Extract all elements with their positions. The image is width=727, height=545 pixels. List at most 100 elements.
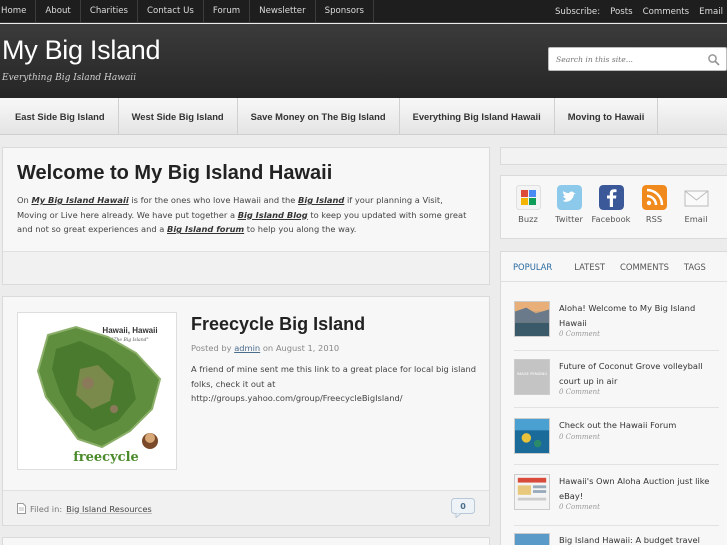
my-big-island-hawaii-link[interactable]: My Big Island Hawaii	[31, 195, 128, 205]
topnav-forum[interactable]: Forum	[204, 0, 251, 23]
welcome-text-part: is for the ones who love Hawaii and the	[128, 195, 299, 205]
big-island-link[interactable]: Big Island	[298, 195, 344, 205]
tab-latest[interactable]: LATEST	[553, 252, 605, 282]
image-pending-thumb: IMAGE PENDING	[514, 359, 550, 395]
next-post-card	[2, 537, 490, 545]
search-icon[interactable]	[707, 53, 721, 67]
tab-comments[interactable]: COMMENTS	[606, 252, 669, 282]
catnav-everything[interactable]: Everything Big Island Hawaii	[400, 98, 555, 135]
comment-count: 0	[460, 502, 466, 511]
top-nav: Home About Charities Contact Us Forum Ne…	[0, 0, 374, 23]
popular-comments: 0 Comment	[559, 433, 600, 441]
social-email[interactable]: Email	[674, 185, 718, 224]
post-thumbnail[interactable]: Hawaii, Hawaii "The Big Island" freecycl…	[17, 312, 177, 470]
site-tagline: Everything Big Island Hawaii	[2, 73, 137, 83]
site-title[interactable]: My Big Island	[2, 35, 160, 66]
search-box	[548, 47, 727, 71]
freecycle-logo: freecycle	[73, 450, 139, 465]
subscribe-comments-link[interactable]: Comments	[643, 7, 690, 17]
catnav-save-money[interactable]: Save Money on The Big Island	[238, 98, 400, 135]
social-rss-label: RSS	[645, 214, 663, 224]
subscribe-email-link[interactable]: Email	[699, 7, 723, 17]
social-rss[interactable]: RSS	[632, 185, 676, 224]
file-icon	[17, 503, 26, 514]
social-buzz[interactable]: Buzz	[506, 185, 550, 224]
subscribe-links: Subscribe: Posts Comments Email	[555, 0, 727, 23]
rss-icon	[641, 185, 667, 210]
tab-tags[interactable]: TAGS	[670, 252, 706, 282]
post-card: Hawaii, Hawaii "The Big Island" freecycl…	[2, 296, 490, 526]
site-header: My Big Island Everything Big Island Hawa…	[0, 24, 727, 98]
welcome-title: Welcome to My Big Island Hawaii	[17, 162, 333, 184]
welcome-text: On My Big Island Hawaii is for the ones …	[17, 193, 472, 237]
social-links: Buzz Twitter Facebook RSS Email	[500, 175, 727, 239]
popular-comments: 0 Comment	[559, 388, 600, 396]
popular-title: Big Island Hawaii: A budget travel	[559, 535, 700, 545]
email-icon	[684, 190, 708, 207]
filed-in-label: Filed in:	[30, 503, 63, 514]
divider	[514, 464, 719, 465]
welcome-footer	[3, 251, 489, 284]
topnav-newsletter[interactable]: Newsletter	[250, 0, 316, 23]
catnav-west-side[interactable]: West Side Big Island	[119, 98, 238, 135]
popular-thumb	[514, 474, 550, 510]
big-island-forum-link[interactable]: Big Island forum	[167, 224, 244, 234]
big-island-map-image: Hawaii, Hawaii "The Big Island" freecycl…	[18, 313, 176, 469]
image-pending-text: IMAGE PENDING	[517, 372, 548, 376]
catnav-moving[interactable]: Moving to Hawaii	[555, 98, 659, 135]
popular-thumb	[514, 301, 550, 337]
top-bar: Home About Charities Contact Us Forum Ne…	[0, 0, 727, 23]
divider	[514, 525, 719, 526]
social-facebook-label: Facebook	[591, 214, 631, 224]
buzz-icon	[515, 185, 541, 210]
category-nav: East Side Big Island West Side Big Islan…	[0, 98, 727, 135]
subscribe-label: Subscribe:	[554, 6, 601, 17]
topnav-home[interactable]: Home	[0, 0, 37, 23]
catnav-east-side[interactable]: East Side Big Island	[0, 98, 119, 135]
welcome-text-part: On	[17, 195, 32, 205]
on-label: on	[262, 343, 274, 353]
posted-by-label: Posted by	[191, 343, 232, 353]
comment-bubble-icon: 0	[451, 498, 475, 519]
popular-title: Hawaii's Own Aloha Auction just like eBa…	[559, 476, 710, 501]
post-footer: Filed in: Big Island Resources 0	[3, 490, 489, 525]
post-author-link[interactable]: admin	[234, 343, 260, 353]
tab-popular[interactable]: POPULAR	[501, 252, 552, 282]
big-island-blog-link[interactable]: Big Island Blog	[238, 210, 308, 220]
search-input[interactable]	[549, 48, 699, 70]
sidebar-top-strip	[500, 147, 727, 165]
popular-comments: 0 Comment	[559, 330, 600, 338]
social-email-label: Email	[684, 214, 708, 224]
post-body: A friend of mine sent me this link to a …	[191, 364, 476, 404]
welcome-text-part: to help you along the way.	[244, 224, 357, 235]
divider	[514, 407, 719, 408]
social-facebook[interactable]: Facebook	[589, 185, 633, 224]
social-twitter-label: Twitter	[555, 214, 583, 224]
topnav-sponsors[interactable]: Sponsors	[316, 0, 374, 23]
topnav-about[interactable]: About	[36, 0, 81, 23]
tabbed-widget: POPULAR LATEST COMMENTS TAGS Aloha! Welc…	[500, 251, 727, 545]
comment-count-bubble[interactable]: 0	[451, 498, 475, 519]
post-category-link[interactable]: Big Island Resources	[66, 504, 152, 514]
popular-thumb	[514, 533, 550, 545]
post-meta: Posted by admin on August 1, 2010	[191, 343, 339, 353]
popular-title: Check out the Hawaii Forum	[559, 420, 677, 430]
facebook-icon	[598, 185, 624, 210]
post-date: August 1, 2010	[275, 343, 340, 353]
popular-thumb	[514, 418, 550, 454]
thumb-title: Hawaii, Hawaii	[102, 326, 157, 335]
twitter-icon	[556, 185, 582, 210]
post-filed-in: Filed in: Big Island Resources	[17, 503, 152, 514]
post-title[interactable]: Freecycle Big Island	[191, 314, 365, 335]
topnav-contact-us[interactable]: Contact Us	[138, 0, 204, 23]
subscribe-posts-link[interactable]: Posts	[610, 7, 632, 17]
social-buzz-label: Buzz	[518, 214, 538, 224]
topnav-charities[interactable]: Charities	[81, 0, 138, 23]
popular-title: Aloha! Welcome to My Big Island Hawaii	[559, 303, 696, 328]
welcome-box: Welcome to My Big Island Hawaii On My Bi…	[2, 147, 490, 285]
divider	[514, 350, 719, 351]
popular-comments: 0 Comment	[559, 503, 600, 511]
widget-tabs: POPULAR LATEST COMMENTS TAGS	[501, 252, 727, 282]
social-twitter[interactable]: Twitter	[547, 185, 591, 224]
popular-title: Future of Coconut Grove volleyball court…	[559, 361, 703, 386]
